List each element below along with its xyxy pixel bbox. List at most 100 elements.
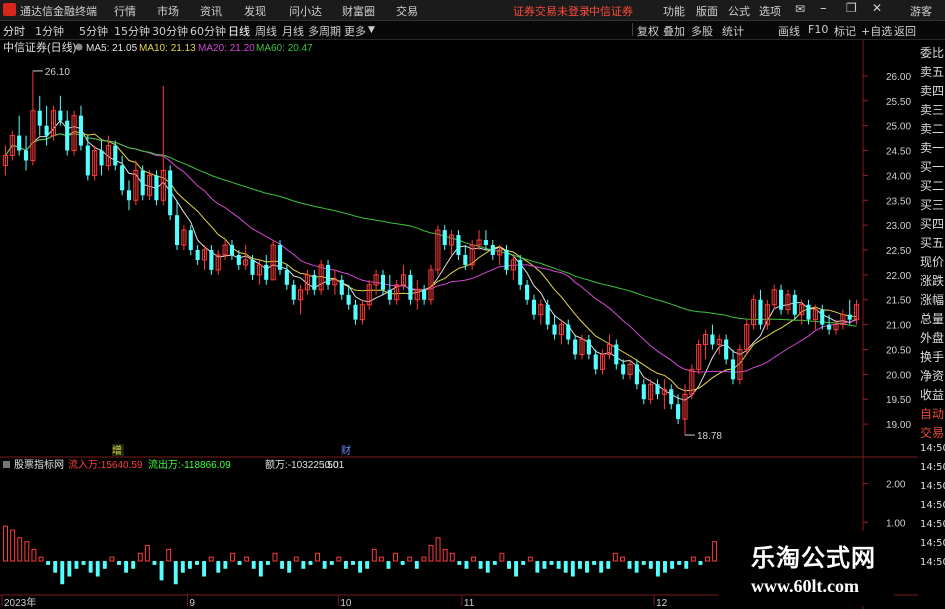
sidebar-item[interactable]: 买一: [920, 158, 944, 175]
sidebar-item[interactable]: 现价: [920, 253, 944, 270]
sidebar-item[interactable]: 涨跌: [920, 272, 944, 289]
sidebar-item[interactable]: 交易: [920, 424, 944, 441]
event-marker-zeng[interactable]: 增: [112, 444, 122, 457]
indicator-bar-down: [492, 561, 497, 565]
sidebar-item[interactable]: 14:50: [920, 443, 945, 454]
more-chevron-icon[interactable]: ▼: [368, 25, 375, 35]
login-notice[interactable]: 证券交易未登录: [513, 3, 590, 19]
indicator-bar-down: [95, 561, 100, 577]
indicator-bar-down: [287, 561, 292, 573]
indicator-bar-down: [237, 561, 242, 565]
sidebar-item[interactable]: 14:50: [920, 500, 945, 511]
indicator-bar-up: [272, 552, 278, 562]
draw-line-button[interactable]: 画线: [778, 23, 800, 39]
menu-item-banmian[interactable]: 版面: [696, 3, 718, 19]
sidebar-item[interactable]: 买二: [920, 177, 944, 194]
indicator-bar-down: [634, 561, 639, 573]
menu-item-xuanxiang[interactable]: 选项: [759, 3, 781, 19]
sidebar-item[interactable]: 买四: [920, 215, 944, 232]
indicator-bar-down: [663, 561, 667, 573]
back-button[interactable]: 返回: [894, 23, 916, 39]
indicator-bar-up: [378, 556, 384, 562]
menu-item-hangqing[interactable]: 行情: [114, 3, 136, 19]
multi-stock-button[interactable]: 多股: [691, 23, 713, 39]
indicator-bar-down: [53, 561, 58, 573]
restore-icon[interactable]: ❐: [846, 1, 857, 15]
sidebar-item[interactable]: 收益: [920, 386, 944, 403]
sidebar-item[interactable]: 14:50: [920, 462, 945, 473]
sidebar-item[interactable]: 买三: [920, 196, 944, 213]
guest-user[interactable]: 游客: [910, 3, 932, 19]
sidebar-item[interactable]: 卖三: [920, 101, 944, 118]
period-tab-5min[interactable]: 5分钟: [79, 23, 108, 39]
f10-button[interactable]: F10: [808, 23, 828, 36]
broker-name[interactable]: 中信证券: [589, 3, 633, 19]
candle-down: [792, 294, 797, 315]
menu-item-zixun[interactable]: 资讯: [200, 3, 222, 19]
quote-sidebar: 委比卖五卖四卖三卖二卖一买一买二买三买四买五现价涨跌涨幅总量外盘换手净资收益自动…: [918, 40, 945, 609]
sidebar-item[interactable]: 卖二: [920, 120, 944, 137]
indicator-legend-icon[interactable]: [3, 461, 10, 468]
period-tab-30min[interactable]: 30分钟: [152, 23, 188, 39]
candle-down: [621, 364, 626, 375]
sidebar-item[interactable]: 卖四: [920, 82, 944, 99]
period-tab-1min[interactable]: 1分钟: [35, 23, 64, 39]
candle-down: [264, 264, 269, 280]
indicator-bar-down: [180, 561, 185, 573]
period-tab-monthly[interactable]: 月线: [282, 23, 304, 39]
minimize-icon[interactable]: –: [820, 1, 827, 16]
legend-toggle-icon[interactable]: [75, 43, 83, 51]
period-tab-weekly[interactable]: 周线: [255, 23, 277, 39]
ma5-legend: MA5: 21.05: [86, 43, 138, 54]
menu-item-shichang[interactable]: 市场: [157, 3, 179, 19]
mark-button[interactable]: 标记: [834, 23, 856, 39]
sidebar-item[interactable]: 卖五: [920, 63, 944, 80]
sidebar-item[interactable]: 净资: [920, 367, 944, 384]
overlay-button[interactable]: 叠加: [663, 23, 685, 39]
indicator-bar-down: [280, 561, 285, 569]
indicator-bar-down: [648, 561, 653, 569]
period-tab-multi[interactable]: 多周期: [308, 23, 341, 39]
menu-item-caifuquan[interactable]: 财富圈: [342, 3, 375, 19]
sidebar-item[interactable]: 总量: [920, 310, 944, 327]
menu-item-jiaoyi[interactable]: 交易: [396, 3, 418, 19]
event-marker-cai[interactable]: 财: [341, 444, 351, 457]
candle-down: [387, 289, 392, 300]
date-tick-label: 2023年: [4, 596, 36, 609]
candle-down: [655, 384, 660, 395]
menu-item-gongneng[interactable]: 功能: [663, 3, 685, 19]
sidebar-item[interactable]: 自动: [920, 405, 944, 422]
period-tab-15min[interactable]: 15分钟: [114, 23, 150, 39]
candle-down: [518, 259, 523, 285]
sidebar-item[interactable]: 14:50: [920, 538, 945, 549]
sidebar-item[interactable]: 委比: [920, 44, 944, 61]
sidebar-item[interactable]: 外盘: [920, 329, 944, 346]
period-tab-daily[interactable]: 日线: [228, 23, 250, 39]
sidebar-item[interactable]: 卖一: [920, 139, 944, 156]
message-icon[interactable]: ✉: [795, 2, 805, 16]
add-watchlist-button[interactable]: +自选: [861, 23, 892, 39]
menu-item-faxian[interactable]: 发现: [244, 3, 266, 19]
indicator-bar-down: [265, 561, 270, 565]
watermark-title: 乐淘公式网: [751, 544, 876, 572]
period-tab-fenshi[interactable]: 分时: [3, 23, 25, 39]
kline-chart[interactable]: 26.00 25.50 25.00 24.50 24.00 23.50 23.00 22.50…: [0, 40, 918, 609]
close-icon[interactable]: ✕: [872, 1, 882, 15]
sidebar-item[interactable]: 14:50: [920, 557, 945, 568]
candle-down: [339, 279, 344, 295]
sidebar-item[interactable]: 14:50: [920, 519, 945, 530]
menu-item-wenxiaoda[interactable]: 问小达: [289, 3, 322, 19]
date-tick-label: 10: [340, 598, 352, 609]
fuquan-button[interactable]: 复权: [637, 23, 659, 39]
statistics-button[interactable]: 统计: [722, 23, 744, 39]
period-tab-60min[interactable]: 60分钟: [190, 23, 226, 39]
sidebar-item[interactable]: 换手: [920, 348, 944, 365]
sidebar-item[interactable]: 买五: [920, 234, 944, 251]
indicator-bar-up: [137, 552, 143, 562]
ma-line-ma20: [4, 133, 857, 373]
period-tab-more[interactable]: 更多: [344, 23, 366, 39]
menu-item-gongshi[interactable]: 公式: [728, 3, 750, 19]
indicator-bar-down: [67, 561, 72, 577]
sidebar-item[interactable]: 涨幅: [920, 291, 944, 308]
sidebar-item[interactable]: 14:50: [920, 481, 945, 492]
